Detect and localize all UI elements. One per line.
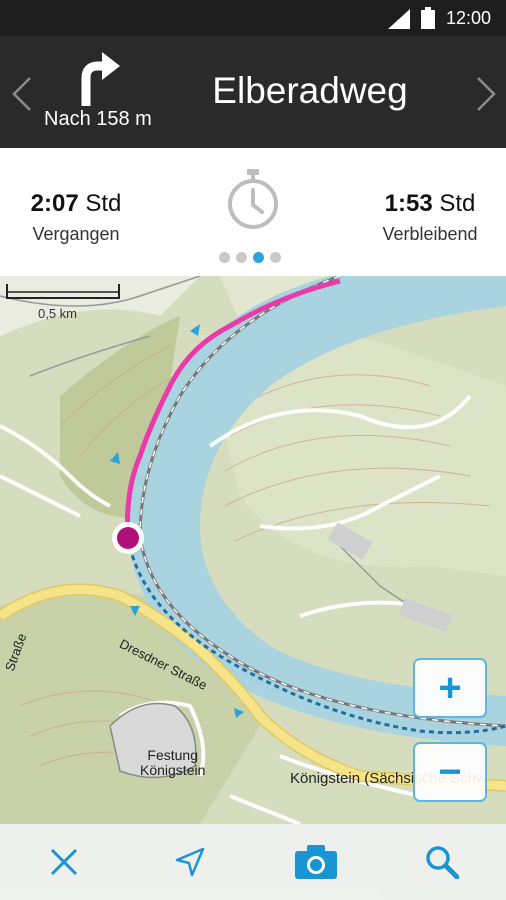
remaining-time-label: Verbleibend <box>382 224 478 244</box>
close-button[interactable] <box>42 842 86 882</box>
page-indicator <box>219 252 281 263</box>
signal-icon <box>388 9 410 29</box>
map-label-festung-line1: Festung <box>147 747 198 763</box>
map-label-festung-line2: Königstein <box>140 762 206 778</box>
turn-distance: Nach 158 m <box>44 108 152 130</box>
elapsed-time-label: Vergangen <box>32 224 120 244</box>
camera-icon <box>295 845 337 879</box>
elapsed-time-unit: Std <box>78 190 122 217</box>
locate-button[interactable] <box>168 842 212 882</box>
clock: 12:00 <box>446 8 492 28</box>
remaining-time: 1:53 Std Verbleibend <box>350 190 506 245</box>
time-panel[interactable]: 2:07 Std Vergangen 1:53 Std Verbleibend <box>0 148 506 276</box>
page-dot[interactable] <box>270 252 281 263</box>
map-view[interactable]: 0,5 km Festung Königstein Königstein (Sä… <box>0 276 506 824</box>
remaining-time-value: 1:53 <box>384 190 433 217</box>
zoom-in-button[interactable]: + <box>413 658 487 718</box>
elapsed-time: 2:07 Std Vergangen <box>0 190 156 245</box>
page-dot[interactable] <box>236 252 247 263</box>
map-label-festung: Festung Königstein <box>140 748 205 778</box>
camera-button[interactable] <box>294 842 338 882</box>
battery-icon <box>421 7 435 29</box>
stopwatch-icon <box>228 169 278 229</box>
locate-arrow-icon <box>175 847 205 877</box>
previous-instruction-arrow-icon[interactable] <box>8 74 34 114</box>
turn-right-arrow-icon <box>81 52 120 106</box>
route-title: Elberadweg <box>212 70 408 111</box>
remaining-time-unit: Std <box>432 190 476 217</box>
status-bar: 12:00 <box>0 0 506 36</box>
navigation-header: Nach 158 m Elberadweg <box>0 36 506 148</box>
next-instruction-arrow-icon[interactable] <box>474 74 500 114</box>
zoom-out-icon: − <box>438 749 462 794</box>
bottom-toolbar <box>0 824 506 900</box>
page-dot-active[interactable] <box>253 252 264 263</box>
zoom-out-button[interactable]: − <box>413 742 487 802</box>
elapsed-time-value: 2:07 <box>30 190 79 217</box>
zoom-in-icon: + <box>438 665 462 710</box>
search-icon <box>426 846 459 879</box>
page-dot[interactable] <box>219 252 230 263</box>
scale-label: 0,5 km <box>38 306 78 321</box>
close-icon <box>50 848 78 876</box>
search-button[interactable] <box>420 842 464 882</box>
